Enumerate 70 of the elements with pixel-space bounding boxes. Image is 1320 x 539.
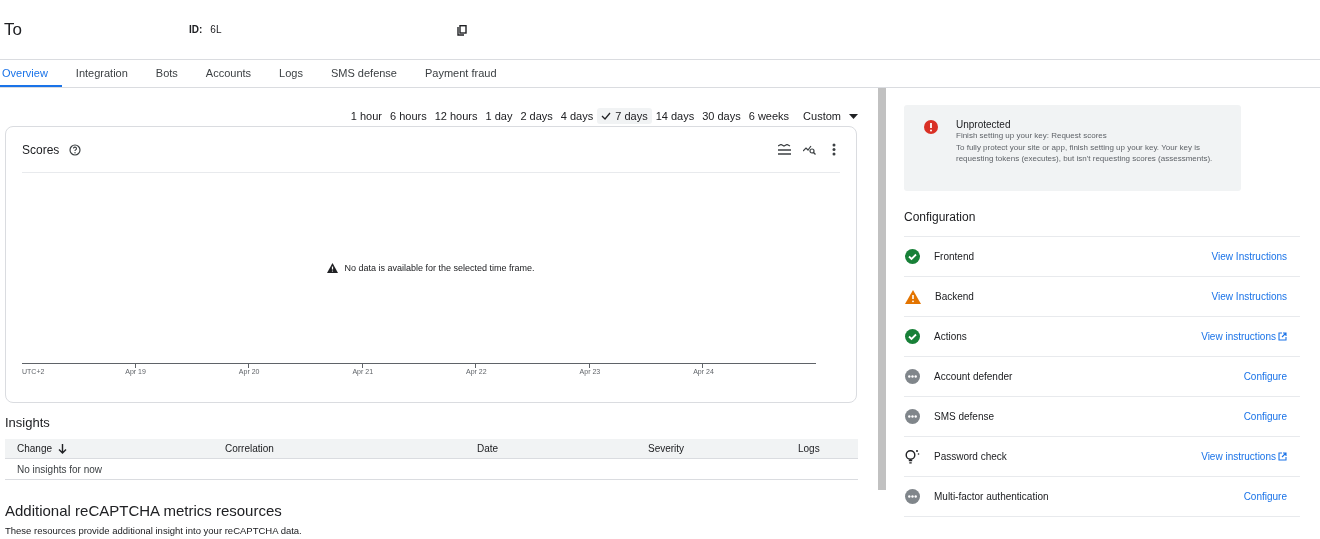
alert-title: Unprotected	[956, 119, 1012, 130]
tab[interactable]: Payment fraud	[411, 60, 511, 87]
config-link[interactable]: Configure	[1243, 491, 1287, 502]
external-link-icon	[1278, 452, 1287, 461]
id-value: 6L	[210, 24, 223, 35]
chart-search-icon[interactable]	[803, 144, 816, 155]
empty-chart-message: No data is available for the selected time frame.	[344, 263, 535, 273]
more-circle-icon	[905, 369, 920, 384]
warning-icon	[905, 289, 921, 304]
time-range-option[interactable]: 4 days	[556, 108, 598, 124]
check-icon	[601, 112, 612, 120]
config-link[interactable]: Configure	[1243, 411, 1287, 422]
tab[interactable]: Accounts	[191, 60, 266, 87]
help-icon[interactable]	[69, 143, 82, 156]
time-range-option[interactable]: 12 hours	[430, 108, 482, 124]
section-description: These resources provide additional insight into your reCAPTCHA data.	[5, 525, 303, 536]
tab[interactable]: Logs	[265, 60, 317, 87]
caret-icon	[849, 113, 858, 119]
external-link-icon	[1278, 332, 1287, 341]
error-icon	[924, 120, 938, 134]
check-circle-icon	[905, 249, 920, 264]
time-range-option[interactable]: 14 days	[651, 108, 699, 124]
warning-icon	[327, 263, 339, 273]
time-range-option[interactable]: 1 day	[481, 108, 517, 124]
copy-icon[interactable]	[457, 25, 468, 36]
section-title: Insights	[5, 414, 51, 432]
scrollbar-thumb[interactable]	[878, 88, 886, 490]
config-item-label: Password check	[934, 451, 1008, 462]
page-title: To	[4, 19, 23, 40]
config-item-label: SMS defense	[934, 411, 996, 422]
time-range-option[interactable]: 2 days	[516, 108, 557, 124]
config-item-label: Account defender	[934, 371, 1014, 382]
tab[interactable]: Overview	[0, 60, 62, 87]
alert-subtitle: Finish setting up your key: Request scores	[956, 130, 1108, 142]
tab[interactable]: Integration	[61, 60, 142, 87]
config-item-label: Frontend	[934, 251, 976, 262]
column-header[interactable]: Severity	[648, 443, 798, 454]
config-link[interactable]: View instructions	[1201, 331, 1287, 342]
time-range-option[interactable]: 1 hour	[346, 108, 386, 124]
id-label: ID:	[189, 24, 203, 35]
column-header[interactable]: Correlation	[225, 443, 477, 454]
time-range-option[interactable]: 7 days	[597, 108, 652, 124]
custom-range-dropdown[interactable]: Custom	[799, 108, 862, 124]
column-header[interactable]: Change	[5, 443, 225, 454]
check-circle-icon	[905, 329, 920, 344]
column-header[interactable]: Date	[477, 443, 648, 454]
alert-description: To fully protect your site or app, finish setting up your key. Your key is requesting tokens (executes), but isn't requesting scores (assessments).	[956, 141, 1214, 165]
lightbulb-icon	[905, 449, 920, 464]
time-range-option[interactable]: 6 weeks	[744, 108, 794, 124]
more-icon[interactable]	[832, 143, 836, 156]
compare-icon[interactable]	[778, 144, 791, 155]
column-header[interactable]: Logs	[798, 443, 820, 454]
section-title: Additional reCAPTCHA metrics resources	[5, 502, 283, 519]
more-circle-icon	[905, 409, 920, 424]
empty-table-message: No insights for now	[17, 463, 103, 475]
config-link[interactable]: View instructions	[1201, 451, 1287, 462]
card-title: Scores	[22, 142, 60, 157]
more-circle-icon	[905, 489, 920, 504]
time-range-option[interactable]: 6 hours	[385, 108, 431, 124]
config-link[interactable]: View Instructions	[1211, 251, 1287, 262]
config-item-label: Backend	[935, 291, 975, 302]
config-item-label: Actions	[934, 331, 968, 342]
sort-arrow-icon	[58, 443, 68, 454]
config-link[interactable]: Configure	[1243, 371, 1287, 382]
time-range-option[interactable]: 30 days	[698, 108, 745, 124]
tab[interactable]: Bots	[141, 60, 192, 87]
config-link[interactable]: View Instructions	[1211, 291, 1287, 302]
tab[interactable]: SMS defense	[316, 60, 411, 87]
section-title: Configuration	[904, 210, 977, 226]
config-item-label: Multi-factor authentication	[934, 491, 1050, 502]
